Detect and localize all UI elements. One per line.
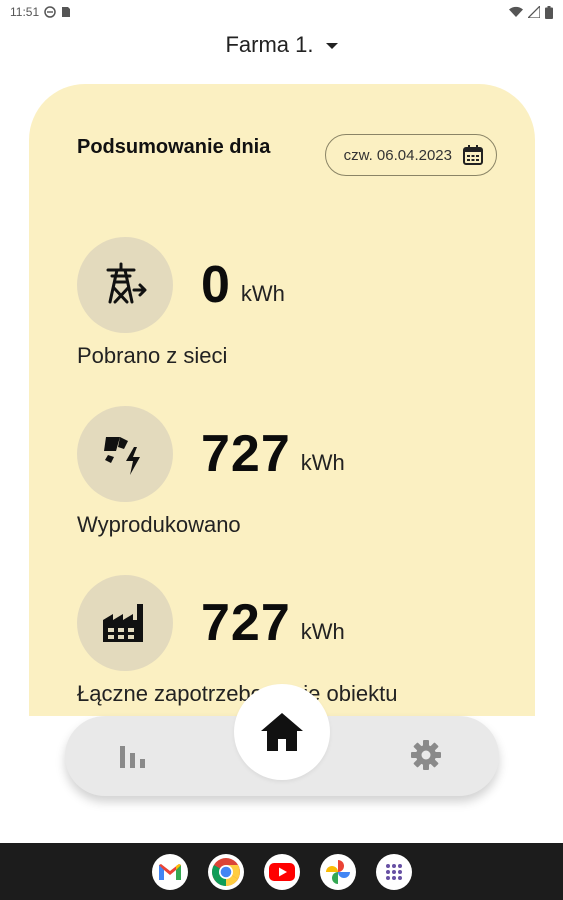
date-value: czw. 06.04.2023 [343,146,452,164]
metric-unit: kWh [300,450,345,475]
factory-icon [77,575,173,671]
card-title: Podsumowanie dnia [77,136,271,158]
nav-settings-button[interactable] [409,738,443,777]
status-bar: 11:51 [0,0,563,24]
metric-row: 727 kWh [77,575,397,671]
power-tower-icon [77,237,173,333]
dnd-icon [44,6,56,18]
bar-chart-icon [120,746,145,768]
youtube-icon[interactable] [263,853,300,890]
solar-lightning-icon [77,406,173,502]
metric-unit: kWh [240,281,285,306]
home-icon [261,713,303,751]
metric-label: Wyprodukowano [77,512,241,537]
photos-icon[interactable] [319,853,356,890]
gear-icon [411,740,441,770]
status-right [509,5,553,19]
metric-grid-import: 0 kWh Pobrano z sieci [77,237,285,369]
metric-label: Łączne zapotrzebowanie obiektu [77,681,398,706]
farm-selector-label: Farma 1. [225,32,314,57]
date-picker-button[interactable]: czw. 06.04.2023 [324,134,497,176]
metric-value: 0 [201,256,231,314]
battery-icon [545,5,553,19]
metric-row: 0 kWh [77,237,285,333]
app-drawer-icon[interactable] [375,853,412,890]
farm-selector[interactable]: Farma 1. [0,32,563,58]
nav-home-button[interactable] [234,684,330,780]
metric-unit: kWh [300,619,345,644]
metric-production: 727 kWh Wyprodukowano [77,406,345,538]
android-taskbar [0,843,563,900]
chevron-down-icon [325,43,338,49]
status-time: 11:51 [10,5,40,19]
wifi-icon [509,6,523,17]
metric-label: Pobrano z sieci [77,343,228,368]
gmail-icon[interactable] [151,853,188,890]
nav-stats-button[interactable] [117,740,149,777]
metric-total-demand: 727 kWh Łączne zapotrzebowanie obiektu [77,575,397,707]
metric-value: 727 [201,594,291,652]
calendar-icon [463,145,483,165]
metric-value: 727 [201,425,291,483]
status-left: 11:51 [10,5,71,19]
metric-row: 727 kWh [77,406,345,502]
signal-icon [528,6,540,18]
card-header: Podsumowanie dnia czw. 06.04.2023 [77,134,497,176]
daily-summary-card: Podsumowanie dnia czw. 06.04.2023 0 kWh … [29,84,535,716]
sim-card-icon [62,7,71,17]
chrome-icon[interactable] [207,853,244,890]
